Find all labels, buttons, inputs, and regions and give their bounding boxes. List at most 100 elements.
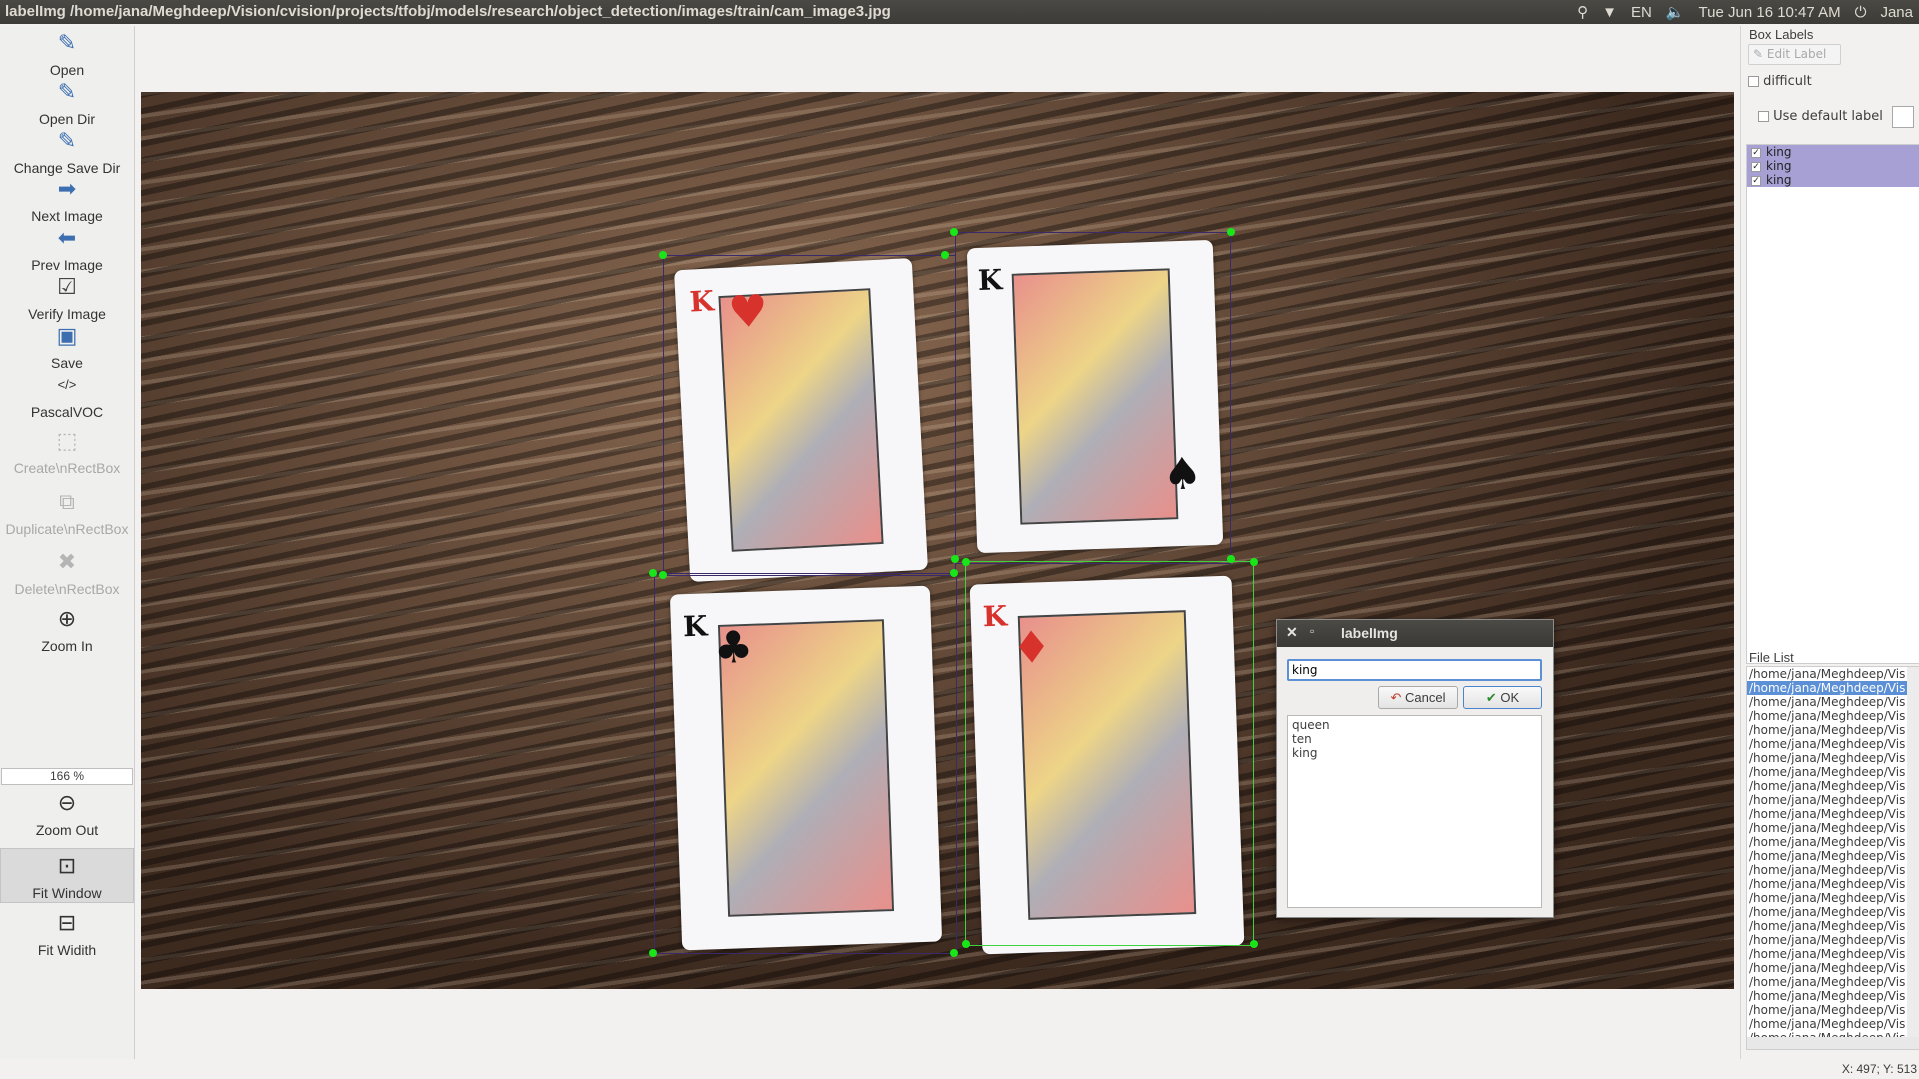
checked-icon[interactable]: ✓: [1751, 147, 1761, 158]
file-list-item[interactable]: /home/jana/Meghdeep/Vis: [1747, 709, 1909, 723]
box-vertex[interactable]: [950, 569, 958, 577]
pascalvoc-button[interactable]: </> PascalVOC: [0, 372, 134, 420]
label-item[interactable]: ✓ king: [1747, 173, 1919, 187]
file-list-item[interactable]: /home/jana/Meghdeep/Vis: [1747, 681, 1909, 695]
bounding-box[interactable]: [955, 232, 1231, 564]
location-icon[interactable]: ⚲: [1577, 3, 1588, 21]
file-list-item[interactable]: /home/jana/Meghdeep/Vis: [1747, 933, 1909, 947]
file-list-item[interactable]: /home/jana/Meghdeep/Vis: [1747, 849, 1909, 863]
default-label-input[interactable]: [1892, 106, 1914, 128]
file-list-item[interactable]: /home/jana/Meghdeep/Vis: [1747, 835, 1909, 849]
prev-arrow-icon: ⬅: [57, 225, 77, 250]
box-vertex[interactable]: [962, 558, 970, 566]
checkbox-box[interactable]: [1748, 76, 1759, 87]
file-list-item[interactable]: /home/jana/Meghdeep/Vis: [1747, 807, 1909, 821]
box-vertex[interactable]: [1227, 555, 1235, 563]
file-list-item[interactable]: /home/jana/Meghdeep/Vis: [1747, 695, 1909, 709]
fit-width-button[interactable]: ⊟ Fit Widith: [0, 910, 134, 958]
file-list-item[interactable]: /home/jana/Meghdeep/Vis: [1747, 947, 1909, 961]
file-list-item[interactable]: /home/jana/Meghdeep/Vis: [1747, 863, 1909, 877]
file-list-item[interactable]: /home/jana/Meghdeep/Vis: [1747, 793, 1909, 807]
label-item-text: king: [1766, 145, 1792, 159]
change-save-dir-button[interactable]: ✎ Change Save Dir: [0, 128, 134, 176]
file-list-item[interactable]: /home/jana/Meghdeep/Vis: [1747, 961, 1909, 975]
selected-bounding-box[interactable]: [965, 561, 1254, 946]
volume-icon[interactable]: 🔈: [1666, 3, 1685, 21]
zoom-value-field[interactable]: 166 %: [1, 768, 133, 785]
use-default-label-checkbox[interactable]: Use default label: [1758, 109, 1883, 124]
maximize-icon[interactable]: ▫: [1310, 624, 1314, 638]
box-vertex[interactable]: [659, 571, 667, 579]
save-icon: ▣: [56, 323, 78, 348]
file-list-item[interactable]: /home/jana/Meghdeep/Vis: [1747, 975, 1909, 989]
file-list-item[interactable]: /home/jana/Meghdeep/Vis: [1747, 751, 1909, 765]
box-vertex[interactable]: [962, 940, 970, 948]
keyboard-language[interactable]: EN: [1631, 4, 1652, 21]
box-vertex[interactable]: [1227, 228, 1235, 236]
label-item[interactable]: ✓ king: [1747, 145, 1919, 159]
box-vertex[interactable]: [941, 251, 949, 259]
close-icon[interactable]: ✕: [1286, 624, 1298, 641]
label-input[interactable]: [1287, 659, 1542, 681]
file-list-item[interactable]: /home/jana/Meghdeep/Vis: [1747, 877, 1909, 891]
label-options-list[interactable]: queen ten king: [1287, 715, 1542, 908]
left-toolbar: ✎ Open ✎ Open Dir ✎ Change Save Dir ➡ Ne…: [0, 26, 135, 1059]
duplicate-rectbox-label: Duplicate\nRectBox: [5, 521, 129, 537]
box-vertex[interactable]: [951, 555, 959, 563]
save-button[interactable]: ▣ Save: [0, 323, 134, 371]
zoom-in-button[interactable]: ⊕ Zoom In: [0, 606, 134, 654]
box-vertex[interactable]: [1250, 940, 1258, 948]
zoom-out-button[interactable]: ⊖ Zoom Out: [0, 790, 134, 838]
cancel-button[interactable]: ↶ Cancel: [1378, 686, 1458, 709]
edit-label-button[interactable]: ✎ Edit Label: [1748, 44, 1841, 65]
labels-list[interactable]: ✓ king ✓ king ✓ king: [1746, 144, 1919, 664]
prev-image-button[interactable]: ⬅ Prev Image: [0, 225, 134, 273]
difficult-checkbox[interactable]: difficult: [1748, 74, 1812, 89]
user-name[interactable]: Jana: [1880, 4, 1913, 21]
label-option[interactable]: queen: [1292, 718, 1537, 732]
file-list-item[interactable]: /home/jana/Meghdeep/Vis: [1747, 667, 1909, 681]
create-rectbox-button[interactable]: ⬚ Create\nRectBox: [0, 428, 134, 476]
file-list-item[interactable]: /home/jana/Meghdeep/Vis: [1747, 905, 1909, 919]
label-option[interactable]: ten: [1292, 732, 1537, 746]
box-vertex[interactable]: [659, 251, 667, 259]
next-image-button[interactable]: ➡ Next Image: [0, 176, 134, 224]
checked-icon[interactable]: ✓: [1751, 175, 1761, 186]
file-list-item[interactable]: /home/jana/Meghdeep/Vis: [1747, 891, 1909, 905]
file-list-item[interactable]: /home/jana/Meghdeep/Vis: [1747, 737, 1909, 751]
check-icon: ✔: [1485, 690, 1497, 705]
label-item[interactable]: ✓ king: [1747, 159, 1919, 173]
wifi-icon[interactable]: ▼: [1602, 4, 1617, 21]
box-vertex[interactable]: [950, 949, 958, 957]
verify-image-button[interactable]: ☑ Verify Image: [0, 274, 134, 322]
open-dir-button[interactable]: ✎ Open Dir: [0, 79, 134, 127]
file-list-item[interactable]: /home/jana/Meghdeep/Vis: [1747, 919, 1909, 933]
file-list-item[interactable]: /home/jana/Meghdeep/Vis: [1747, 821, 1909, 835]
label-option[interactable]: king: [1292, 746, 1537, 760]
file-list-item[interactable]: /home/jana/Meghdeep/Vis: [1747, 779, 1909, 793]
fit-window-button[interactable]: ⊡ Fit Window: [0, 848, 134, 903]
duplicate-rectbox-button[interactable]: ⧉ Duplicate\nRectBox: [0, 489, 134, 537]
vertical-scrollbar[interactable]: [1907, 667, 1919, 1037]
box-vertex[interactable]: [649, 569, 657, 577]
power-icon[interactable]: ⏻: [1855, 4, 1867, 21]
file-list-item[interactable]: /home/jana/Meghdeep/Vis: [1747, 765, 1909, 779]
clock[interactable]: Tue Jun 16 10:47 AM: [1699, 4, 1841, 21]
box-vertex[interactable]: [1250, 558, 1258, 566]
checkbox-box[interactable]: [1758, 111, 1769, 122]
bounding-box[interactable]: [663, 255, 956, 576]
horizontal-scrollbar[interactable]: [1747, 1037, 1919, 1049]
bounding-box[interactable]: [654, 573, 957, 954]
open-button[interactable]: ✎ Open: [0, 30, 134, 78]
file-list[interactable]: /home/jana/Meghdeep/Vis/home/jana/Meghde…: [1746, 666, 1919, 1050]
delete-rectbox-button[interactable]: ✖ Delete\nRectBox: [0, 549, 134, 597]
file-list-item[interactable]: /home/jana/Meghdeep/Vis: [1747, 723, 1909, 737]
ok-button[interactable]: ✔ OK: [1463, 686, 1542, 709]
dialog-titlebar[interactable]: ✕ ▫ labelImg: [1277, 620, 1553, 647]
file-list-item[interactable]: /home/jana/Meghdeep/Vis: [1747, 989, 1909, 1003]
box-vertex[interactable]: [950, 228, 958, 236]
box-vertex[interactable]: [649, 949, 657, 957]
file-list-item[interactable]: /home/jana/Meghdeep/Vis: [1747, 1003, 1909, 1017]
file-list-item[interactable]: /home/jana/Meghdeep/Vis: [1747, 1017, 1909, 1031]
checked-icon[interactable]: ✓: [1751, 161, 1761, 172]
